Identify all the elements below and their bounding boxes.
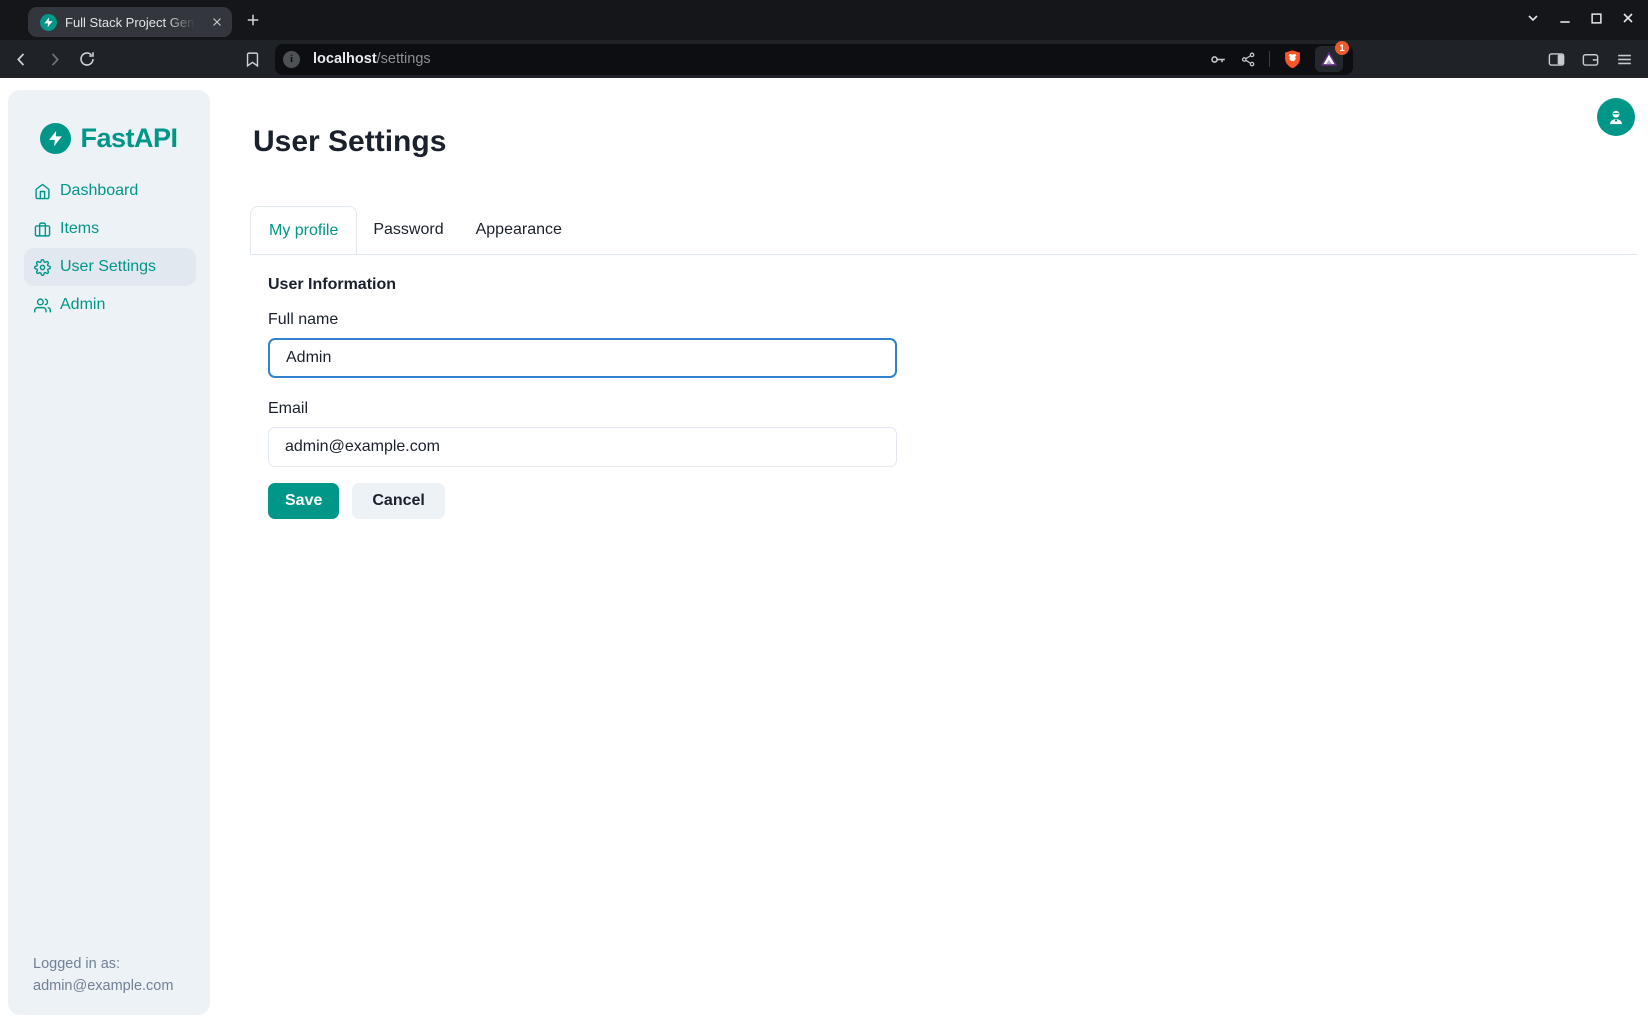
forward-icon[interactable] [45,50,64,69]
sidebar-item-label: Items [60,220,99,238]
new-tab-icon[interactable] [244,11,262,29]
form-actions: Save Cancel [268,483,1637,519]
browser-tab-strip: Full Stack Project Genera [0,0,1648,40]
email-field[interactable] [268,427,897,467]
tab-search-icon[interactable] [1525,10,1541,26]
url-bar[interactable]: i localhost/settings 1 [275,44,1353,75]
url-host: localhost [313,51,377,67]
fastapi-logo: FastAPI [8,123,210,154]
brave-shields-icon[interactable] [1282,49,1303,70]
my-profile-panel: User Information Full name Email Save Ca… [250,255,1637,519]
logged-in-email: admin@example.com [33,975,173,997]
tab-my-profile[interactable]: My profile [250,206,357,254]
sidebar-item-label: User Settings [60,258,156,276]
page-content: FastAPI Dashboard Items User Settings [0,78,1648,1025]
tab-password[interactable]: Password [357,206,459,254]
close-icon[interactable] [1620,10,1636,26]
sidebar-nav: Dashboard Items User Settings Admin [8,172,210,324]
settings-tabs: My profile Password Appearance User Info… [250,206,1637,519]
cancel-button[interactable]: Cancel [352,483,444,519]
key-icon[interactable] [1209,50,1228,69]
maximize-icon[interactable] [1589,11,1604,26]
fastapi-favicon-icon [40,14,57,31]
minimize-icon[interactable] [1557,10,1573,26]
sidebar-item-items[interactable]: Items [24,210,196,248]
home-icon [34,183,51,200]
sidebar-item-dashboard[interactable]: Dashboard [24,172,196,210]
email-label: Email [268,400,1637,418]
bookmark-icon[interactable] [244,51,261,68]
user-avatar-icon [1606,107,1626,127]
full-name-field[interactable] [268,338,897,378]
toolbar-divider [1269,51,1270,67]
url-path: /settings [377,51,431,67]
browser-window: Full Stack Project Genera [0,0,1648,1025]
section-title: User Information [268,276,1637,294]
save-button[interactable]: Save [268,483,339,519]
site-info-icon[interactable]: i [283,51,300,68]
back-icon[interactable] [12,50,31,69]
logo-text: FastAPI [80,123,177,154]
logged-in-label: Logged in as: [33,953,173,975]
url-text: localhost/settings [313,51,431,67]
user-menu-button[interactable] [1597,98,1635,136]
sidebar-panel-icon[interactable] [1547,50,1566,69]
rewards-badge: 1 [1335,41,1349,55]
reload-icon[interactable] [78,50,96,68]
window-controls [1525,10,1636,26]
browser-toolbar: i localhost/settings 1 [0,40,1648,78]
tab-list: My profile Password Appearance [250,206,1637,255]
sidebar-item-label: Dashboard [60,182,138,200]
main-content: User Settings My profile Password Appear… [210,78,1648,1025]
fastapi-logo-icon [40,123,71,154]
users-icon [34,297,51,314]
sidebar-item-user-settings[interactable]: User Settings [24,248,196,286]
sidebar-item-label: Admin [60,296,105,314]
brave-rewards-icon[interactable]: 1 [1315,46,1343,72]
gear-icon [34,259,51,276]
tab-appearance[interactable]: Appearance [460,206,578,254]
share-icon[interactable] [1240,51,1257,68]
tab-title: Full Stack Project Genera [65,15,195,30]
page-title: User Settings [253,125,446,159]
sidebar-item-admin[interactable]: Admin [24,286,196,324]
briefcase-icon [34,221,51,238]
sidebar: FastAPI Dashboard Items User Settings [8,90,210,1015]
wallet-icon[interactable] [1581,50,1600,69]
menu-icon[interactable] [1615,50,1634,69]
browser-tab[interactable]: Full Stack Project Genera [28,7,232,37]
logged-in-info: Logged in as: admin@example.com [33,953,173,997]
full-name-label: Full name [268,311,1637,329]
tab-close-icon[interactable] [210,15,224,29]
